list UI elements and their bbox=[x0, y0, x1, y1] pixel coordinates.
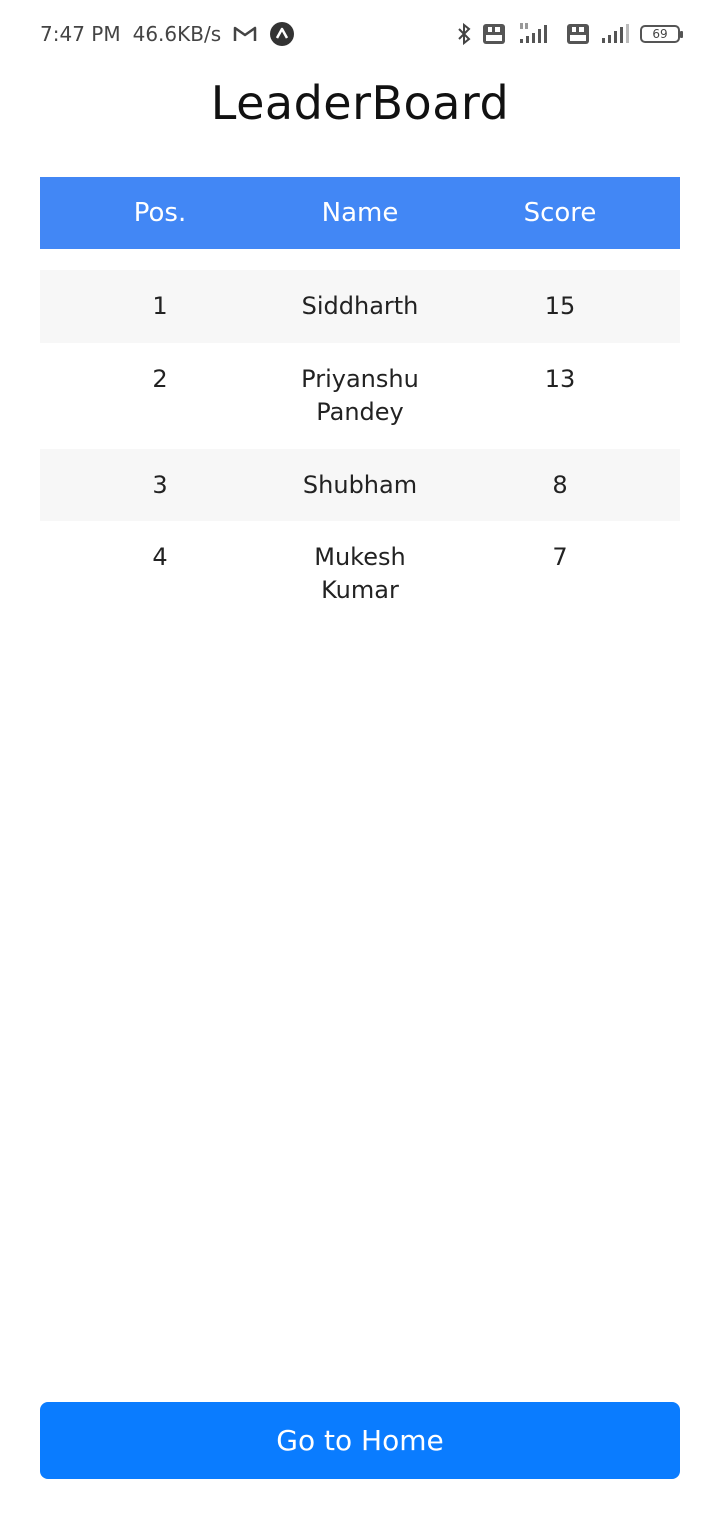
status-time: 7:47 PM bbox=[40, 22, 121, 46]
row-score: 8 bbox=[552, 471, 568, 499]
volte-icon bbox=[482, 23, 506, 45]
bluetooth-icon bbox=[456, 22, 472, 46]
row-name: Siddharth bbox=[301, 292, 419, 320]
volte-icon bbox=[566, 23, 590, 45]
table-row: 4 Mukesh Kumar 7 bbox=[40, 521, 680, 604]
battery-level: 69 bbox=[652, 27, 668, 41]
status-bar: 7:47 PM 46.6KB/s 69 bbox=[0, 0, 720, 68]
row-name: Priyanshu Pandey bbox=[301, 365, 419, 426]
row-name: Shubham bbox=[302, 471, 418, 499]
leaderboard-table: 1 Siddharth 15 2 Priyanshu Pandey 13 3 S… bbox=[40, 270, 680, 604]
header-position: Pos. bbox=[133, 198, 187, 228]
row-position: 3 bbox=[152, 471, 168, 499]
signal-icon bbox=[600, 22, 630, 46]
row-position: 2 bbox=[152, 365, 168, 393]
row-score: 15 bbox=[544, 292, 576, 320]
network-speed: 46.6KB/s bbox=[132, 22, 222, 46]
table-row: 2 Priyanshu Pandey 13 bbox=[40, 343, 680, 449]
go-to-home-button[interactable]: Go to Home bbox=[40, 1402, 680, 1479]
status-right: 69 bbox=[456, 21, 683, 47]
table-header: Pos. Name Score bbox=[40, 177, 680, 249]
table-row: 1 Siddharth 15 bbox=[40, 270, 680, 343]
row-score: 13 bbox=[544, 365, 576, 393]
signal-4g-icon bbox=[516, 21, 556, 47]
gmail-icon bbox=[233, 25, 257, 43]
header-score: Score bbox=[523, 198, 597, 228]
table-row: 3 Shubham 8 bbox=[40, 449, 680, 521]
row-position: 1 bbox=[152, 292, 168, 320]
row-position: 4 bbox=[152, 543, 168, 571]
app-notification-icon bbox=[269, 21, 295, 47]
battery-icon: 69 bbox=[640, 25, 683, 43]
row-score: 7 bbox=[552, 543, 568, 571]
header-name: Name bbox=[321, 198, 399, 228]
status-left: 7:47 PM 46.6KB/s bbox=[40, 21, 295, 47]
page-title: LeaderBoard bbox=[210, 76, 510, 130]
row-name: Mukesh Kumar bbox=[314, 543, 406, 604]
